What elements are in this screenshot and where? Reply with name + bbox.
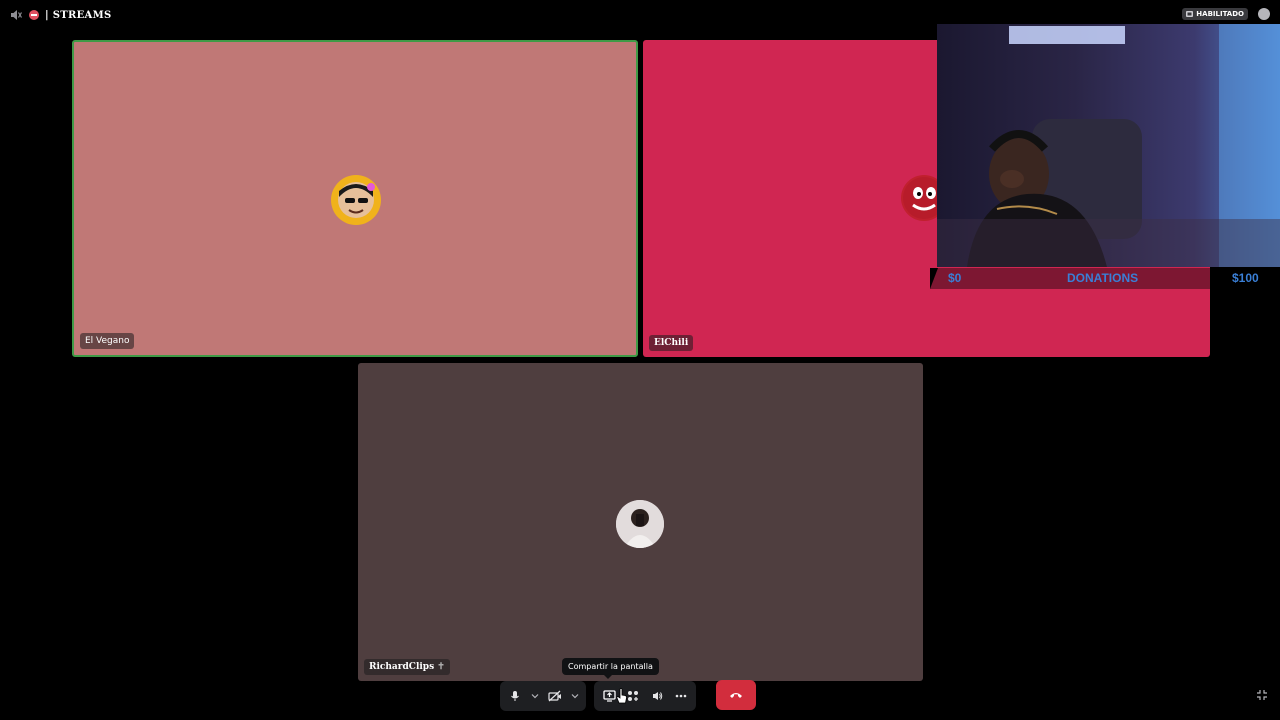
action-group xyxy=(594,681,696,711)
hang-up-icon xyxy=(730,693,742,698)
collapse-icon[interactable] xyxy=(1256,689,1268,701)
soundboard-button[interactable] xyxy=(646,685,668,707)
speaker-muted-icon[interactable] xyxy=(9,8,23,22)
participant-tile-vegano[interactable]: El Vegano xyxy=(72,40,638,357)
avatar xyxy=(331,175,381,225)
participant-name-suffix: ✝ xyxy=(437,662,445,672)
activities-icon xyxy=(628,691,638,701)
more-icon xyxy=(675,694,687,698)
participant-tile-richard[interactable]: RichardClips ✝ xyxy=(358,363,923,681)
chat-icon[interactable] xyxy=(1258,8,1270,20)
participant-name-tag: El Vegano xyxy=(80,333,135,349)
badge-icon xyxy=(1186,11,1194,17)
participant-name: RichardClips xyxy=(369,662,435,672)
status-badge[interactable]: HABILITADO xyxy=(1182,8,1248,20)
camera-off-icon xyxy=(548,690,561,702)
avatar-image-icon xyxy=(616,500,664,548)
channel-name: | STREAMS xyxy=(45,9,112,21)
action-controls xyxy=(594,681,696,711)
cursor-hand-icon xyxy=(616,688,627,704)
donation-start: $0 xyxy=(948,271,962,285)
top-right-actions: HABILITADO xyxy=(1182,8,1270,20)
channel-header: | STREAMS xyxy=(9,8,111,22)
status-badge-label: HABILITADO xyxy=(1196,10,1244,18)
donation-goal-bar: $0 DONATIONS $100 xyxy=(930,268,1280,289)
mic-button[interactable] xyxy=(504,685,526,707)
webcam-overlay xyxy=(937,24,1280,267)
audio-video-group xyxy=(500,681,586,711)
avatar-image-icon xyxy=(338,182,375,218)
donation-label: DONATIONS xyxy=(1067,271,1139,285)
participant-name-tag: ElChili xyxy=(649,335,694,351)
mic-icon xyxy=(511,691,519,701)
more-options-button[interactable] xyxy=(670,685,692,707)
participant-name-tag: RichardClips ✝ xyxy=(364,659,450,675)
media-controls xyxy=(500,681,586,711)
disconnect-button[interactable] xyxy=(716,680,756,710)
avatar xyxy=(616,500,664,548)
webcam-video-icon xyxy=(937,24,1280,267)
soundboard-icon xyxy=(653,692,663,700)
chevron-down-icon xyxy=(531,694,539,699)
chevron-down-icon xyxy=(571,694,579,699)
camera-button[interactable] xyxy=(544,685,566,707)
screen-share-icon xyxy=(602,690,616,702)
donation-goal: $100 xyxy=(1232,271,1259,285)
dnd-icon xyxy=(29,10,39,20)
screen-share-tooltip: Compartir la pantalla xyxy=(562,658,659,679)
mic-options-button[interactable] xyxy=(528,685,542,707)
camera-options-button[interactable] xyxy=(568,685,582,707)
